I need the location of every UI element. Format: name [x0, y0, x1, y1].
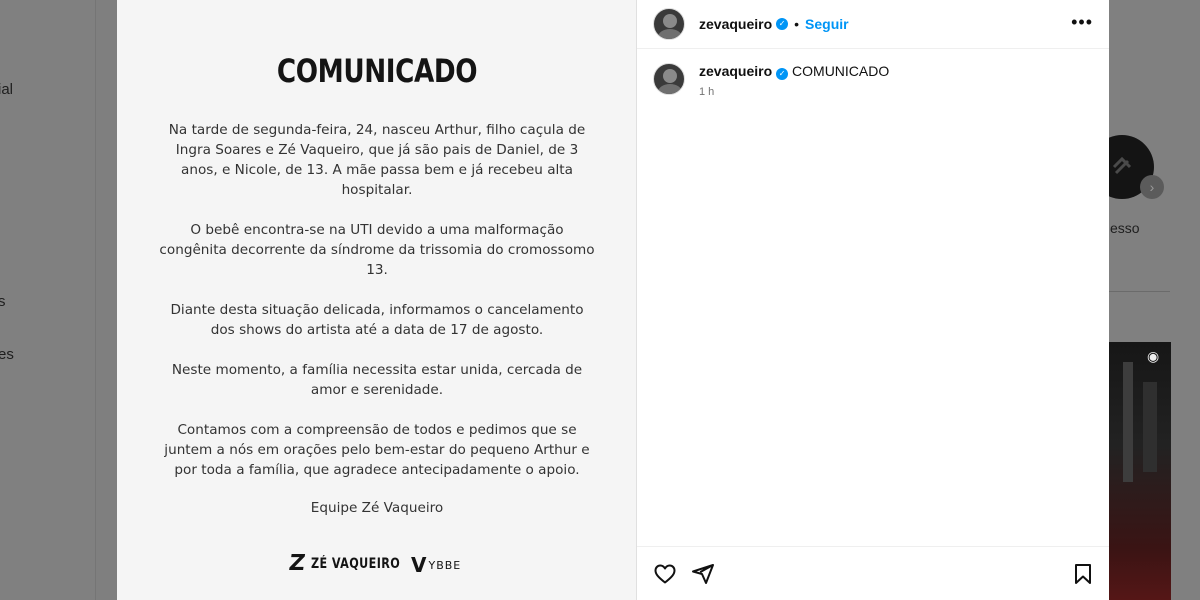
ybbe-logo: V YBBE: [411, 553, 461, 577]
background-sidebar: ial s es: [0, 0, 96, 600]
follow-button[interactable]: Seguir: [805, 16, 849, 32]
post-sidebar: zevaqueiro ✓ • Seguir ••• zevaqueiro ✓ CO…: [637, 0, 1109, 600]
post-caption: zevaqueiro ✓ COMUNICADO 1 h: [637, 49, 1109, 112]
caption-line: zevaqueiro ✓ COMUNICADO: [699, 63, 889, 80]
link-off-icon: [1112, 156, 1132, 175]
ybbe-logo-mark: V: [411, 553, 427, 577]
reels-icon: ◉: [1147, 348, 1160, 364]
caption-username-link[interactable]: zevaqueiro: [699, 63, 772, 79]
document-paragraph: Na tarde de segunda-feira, 24, nasceu Ar…: [168, 122, 586, 198]
post-header: zevaqueiro ✓ • Seguir •••: [637, 0, 1109, 49]
background-reel-thumbnail: ◉: [1109, 342, 1171, 600]
ze-vaqueiro-logo: Z ZÉ VAQUEIRO: [287, 551, 423, 576]
heart-icon[interactable]: [653, 562, 677, 586]
post-actions-bar: [637, 546, 1109, 600]
document-paragraph: Contamos com a compreensão de todos e pe…: [164, 422, 590, 478]
post-image[interactable]: COMUNICADO Na tarde de segunda-feira, 24…: [117, 0, 637, 600]
bookmark-icon[interactable]: [1071, 562, 1095, 586]
caption-text: COMUNICADO: [792, 63, 890, 79]
background-sidebar-text: ial: [0, 81, 14, 98]
document-paragraph: O bebê encontra-se na UTI devido a uma m…: [159, 222, 595, 278]
ze-logo-mark: Z: [287, 551, 307, 576]
document-body: Na tarde de segunda-feira, 24, nasceu Ar…: [157, 120, 597, 500]
avatar[interactable]: [653, 63, 685, 95]
document-title: COMUNICADO: [276, 52, 478, 90]
chevron-right-icon: ›: [1140, 175, 1164, 199]
avatar[interactable]: [653, 8, 685, 40]
ybbe-logo-text: YBBE: [428, 558, 462, 572]
separator-dot: •: [794, 16, 800, 32]
background-divider: [1109, 291, 1170, 292]
background-right-text: esso: [1110, 220, 1140, 236]
more-options-icon[interactable]: •••: [1071, 12, 1093, 33]
background-sidebar-text: es: [0, 346, 14, 363]
document-paragraph: Diante desta situação delicada, informam…: [170, 302, 584, 338]
post-modal: COMUNICADO Na tarde de segunda-feira, 24…: [117, 0, 1109, 600]
verified-badge-icon: ✓: [776, 18, 789, 30]
caption-text-block: zevaqueiro ✓ COMUNICADO 1 h: [699, 63, 889, 98]
post-timestamp[interactable]: 1 h: [699, 86, 889, 98]
ze-logo-text: ZÉ VAQUEIRO: [310, 555, 401, 572]
document-signoff: Equipe Zé Vaqueiro: [310, 500, 444, 516]
username-link[interactable]: zevaqueiro: [699, 16, 772, 32]
send-icon[interactable]: [691, 562, 715, 586]
background-sidebar-text: s: [0, 293, 6, 310]
verified-badge-icon: ✓: [776, 68, 789, 80]
document-paragraph: Neste momento, a família necessita estar…: [171, 362, 583, 398]
